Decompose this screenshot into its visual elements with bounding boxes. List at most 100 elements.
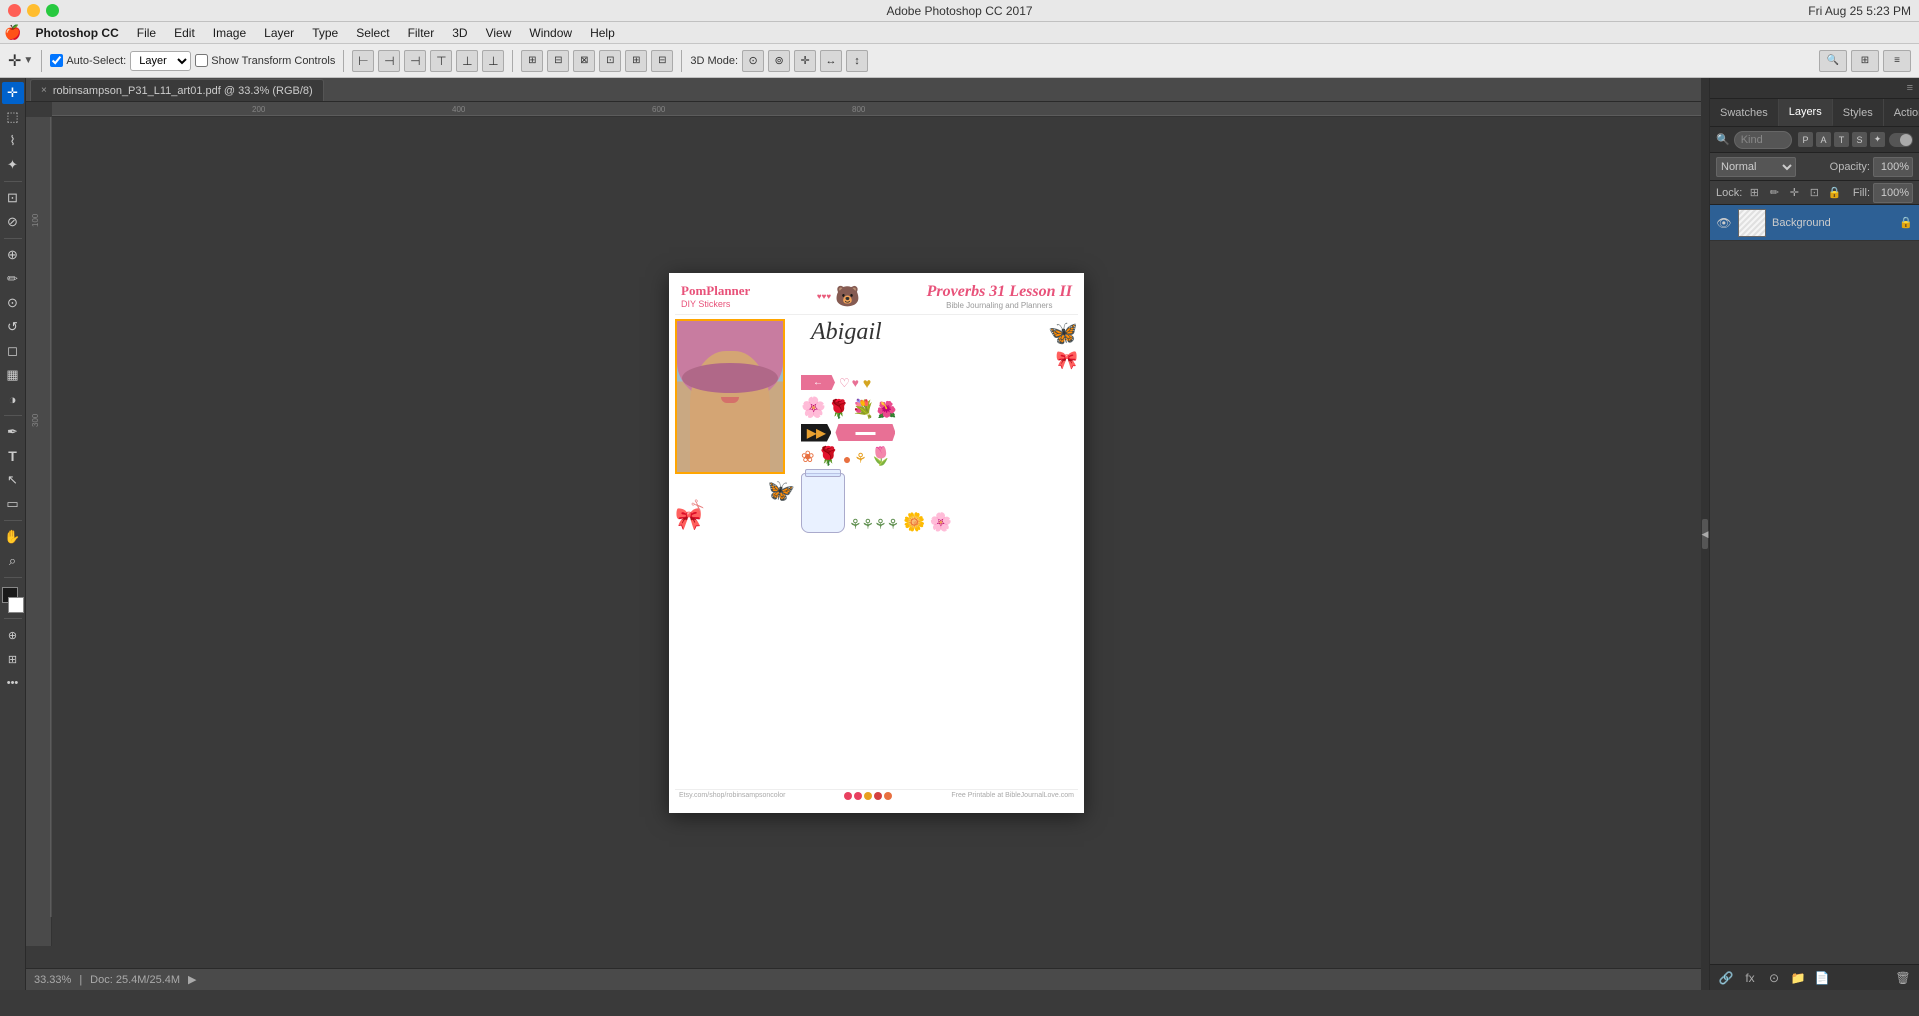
layer-search-field[interactable]: Kind	[1734, 131, 1792, 149]
layer-item-background[interactable]: 👁 Background 🔒	[1710, 205, 1919, 241]
align-top-button[interactable]: ⊤	[430, 50, 452, 72]
menu-photoshop[interactable]: Photoshop CC	[27, 24, 126, 42]
menu-view[interactable]: View	[478, 24, 520, 42]
more-tools-button[interactable]: •••	[2, 672, 24, 694]
filter-smart-icon[interactable]: ✦	[1870, 132, 1885, 147]
menu-select[interactable]: Select	[348, 24, 397, 42]
3d-orbit-button[interactable]: ⊙	[742, 50, 764, 72]
transform-controls-checkbox[interactable]	[195, 54, 208, 67]
align-bottom-button[interactable]: ⊥	[482, 50, 504, 72]
dodge-tool-button[interactable]: ◑	[2, 388, 24, 410]
layer-visibility-icon[interactable]: 👁	[1716, 215, 1732, 231]
lock-position-icon[interactable]: ✛	[1786, 185, 1802, 201]
gradient-tool-button[interactable]: ▦	[2, 364, 24, 386]
delete-layer-button[interactable]: 🗑	[1893, 968, 1913, 988]
tab-actions[interactable]: Actions	[1884, 99, 1919, 126]
lock-artboards-icon[interactable]: ⊡	[1806, 185, 1822, 201]
menu-file[interactable]: File	[129, 24, 164, 42]
eraser-tool-button[interactable]: ◻	[2, 340, 24, 362]
background-color[interactable]	[8, 597, 24, 613]
filter-toggle[interactable]	[1889, 133, 1913, 147]
3d-roll-button[interactable]: ⊚	[768, 50, 790, 72]
filter-adjustment-icon[interactable]: A	[1816, 132, 1831, 147]
filter-pixel-icon[interactable]: P	[1798, 132, 1813, 147]
auto-select-checkbox[interactable]	[50, 54, 63, 67]
workspace-button[interactable]: ⊞	[1851, 50, 1879, 72]
hand-tool-button[interactable]: ✋	[2, 526, 24, 548]
clone-tool-button[interactable]: ⊙	[2, 292, 24, 314]
lock-all-icon[interactable]: 🔒	[1826, 185, 1842, 201]
document-tab[interactable]: × robinsampson_P31_L11_art01.pdf @ 33.3%…	[30, 79, 324, 101]
marquee-tool-button[interactable]: ⬚	[2, 106, 24, 128]
distribute-top-button[interactable]: ⊡	[599, 50, 621, 72]
align-middle-v-button[interactable]: ⊥	[456, 50, 478, 72]
pen-tool-button[interactable]: ✒	[2, 421, 24, 443]
minimize-button[interactable]	[27, 4, 40, 17]
lock-pixels-icon[interactable]: ⊞	[1746, 185, 1762, 201]
distribute-bottom-button[interactable]: ⊟	[651, 50, 673, 72]
history-brush-button[interactable]: ↺	[2, 316, 24, 338]
filter-shape-icon[interactable]: S	[1852, 132, 1867, 147]
lock-image-icon[interactable]: ✏	[1766, 185, 1782, 201]
zoom-tool-button[interactable]: ⌕	[2, 550, 24, 572]
menu-edit[interactable]: Edit	[166, 24, 203, 42]
distribute-left-button[interactable]: ⊞	[521, 50, 543, 72]
new-group-button[interactable]: 📁	[1788, 968, 1808, 988]
shape-tool-button[interactable]: ▭	[2, 493, 24, 515]
move-tool-button[interactable]: ✛	[2, 82, 24, 104]
traffic-lights[interactable]	[8, 4, 59, 17]
color-swatches[interactable]	[2, 587, 24, 613]
blend-mode-select[interactable]: Normal Dissolve Multiply Screen	[1716, 157, 1796, 177]
lasso-tool-button[interactable]: ⌇	[2, 130, 24, 152]
opacity-input[interactable]	[1873, 157, 1913, 177]
filter-kind-icon[interactable]: 🔍	[1716, 133, 1730, 146]
eyedropper-tool-button[interactable]: ⊘	[2, 211, 24, 233]
canvas-scroll-area[interactable]: 200 400 600 800 100 300	[26, 102, 1701, 968]
screen-mode-button[interactable]: ⊞	[2, 648, 24, 670]
canvas-viewport[interactable]: PomPlanner DIY Stickers ♥♥♥ 🐻 Proverbs 3…	[52, 117, 1701, 968]
close-button[interactable]	[8, 4, 21, 17]
menu-3d[interactable]: 3D	[444, 24, 475, 42]
tab-close-icon[interactable]: ×	[41, 85, 47, 96]
distribute-center-h-button[interactable]: ⊟	[547, 50, 569, 72]
align-left-button[interactable]: ⊢	[352, 50, 374, 72]
align-right-button[interactable]: ⊣	[404, 50, 426, 72]
3d-scale-button[interactable]: ↕	[846, 50, 868, 72]
type-tool-button[interactable]: T	[2, 445, 24, 467]
apple-icon[interactable]: 🍎	[4, 24, 21, 41]
tab-styles[interactable]: Styles	[1833, 99, 1884, 126]
panel-toggle-button[interactable]: ≡	[1883, 50, 1911, 72]
menu-image[interactable]: Image	[205, 24, 254, 42]
filter-type-icon[interactable]: T	[1834, 132, 1849, 147]
3d-pan-button[interactable]: ✛	[794, 50, 816, 72]
status-arrow[interactable]: ▶	[188, 973, 196, 986]
menu-type[interactable]: Type	[304, 24, 346, 42]
new-layer-button[interactable]: 📄	[1812, 968, 1832, 988]
add-mask-button[interactable]: ⊙	[1764, 968, 1784, 988]
panel-collapse-strip[interactable]: ◀	[1701, 78, 1709, 990]
menu-layer[interactable]: Layer	[256, 24, 302, 42]
3d-slide-button[interactable]: ↔	[820, 50, 842, 72]
auto-select-dropdown[interactable]: Layer Group	[130, 51, 191, 71]
magic-wand-tool-button[interactable]: ✦	[2, 154, 24, 176]
distribute-center-v-button[interactable]: ⊞	[625, 50, 647, 72]
fx-button[interactable]: fx	[1740, 968, 1760, 988]
menu-window[interactable]: Window	[521, 24, 580, 42]
fill-input[interactable]	[1873, 183, 1913, 203]
align-center-h-button[interactable]: ⊣	[378, 50, 400, 72]
maximize-button[interactable]	[46, 4, 59, 17]
panel-settings-icon[interactable]: ≡	[1905, 80, 1915, 96]
menu-help[interactable]: Help	[582, 24, 623, 42]
collapse-handle[interactable]: ◀	[1702, 519, 1708, 549]
path-select-tool-button[interactable]: ↖	[2, 469, 24, 491]
quick-mask-button[interactable]: ⊕	[2, 624, 24, 646]
crop-tool-button[interactable]: ⊡	[2, 187, 24, 209]
search-button[interactable]: 🔍	[1819, 50, 1847, 72]
healing-tool-button[interactable]: ⊕	[2, 244, 24, 266]
distribute-right-button[interactable]: ⊠	[573, 50, 595, 72]
link-layers-button[interactable]: 🔗	[1716, 968, 1736, 988]
menu-filter[interactable]: Filter	[400, 24, 443, 42]
brush-tool-button[interactable]: ✏	[2, 268, 24, 290]
tab-swatches[interactable]: Swatches	[1710, 99, 1779, 126]
tab-layers[interactable]: Layers	[1779, 99, 1833, 126]
